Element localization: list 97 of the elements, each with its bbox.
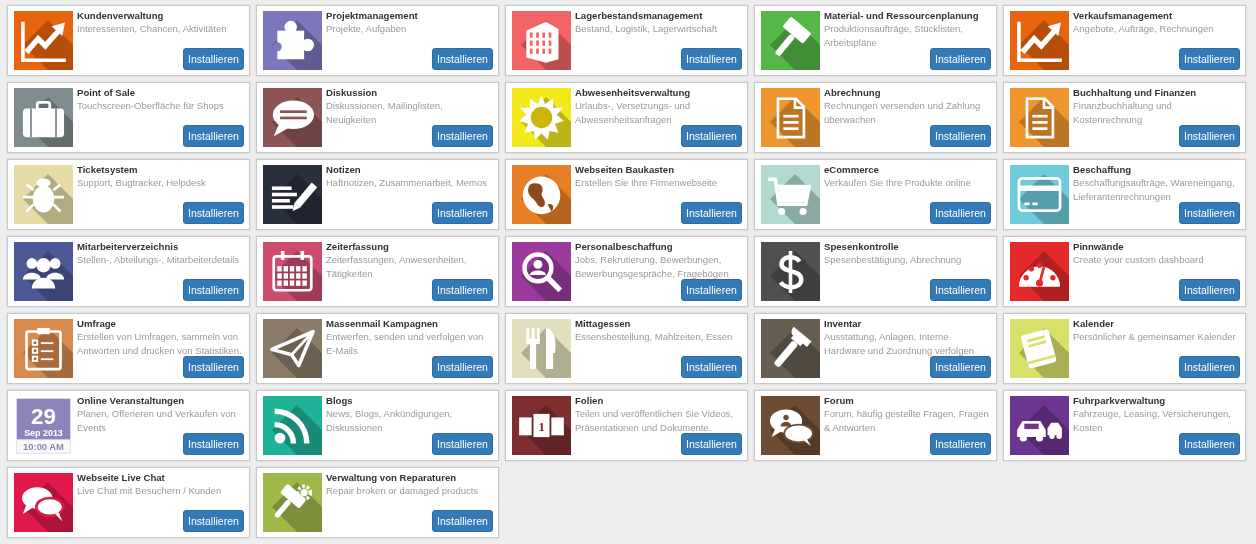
install-button[interactable]: Installieren xyxy=(681,279,742,301)
app-description: Diskussionen, Mailinglisten, Neuigkeiten xyxy=(326,99,444,126)
app-description: Live Chat mit Besuchern / Kunden xyxy=(77,484,223,498)
app-description: Entwerfen, senden und verfolgen von E-Mails xyxy=(326,330,485,357)
install-button[interactable]: Installieren xyxy=(681,433,742,455)
app-title: Folien xyxy=(575,394,605,407)
app-description: Support, Bugtracker, Helpdesk xyxy=(77,176,207,190)
app-title: Abrechnung xyxy=(824,86,882,99)
app-description: Persönlicher & gemeinsamer Kalender xyxy=(1073,330,1237,344)
app-description: Zeiterfassungen, Anwesenheiten, Tätigkeiten xyxy=(326,253,468,280)
app-description: Jobs, Rekrutierung, Bewerbungen, Bewerbungsgespräche, Fragebögen xyxy=(575,253,730,280)
app-title: Mittagessen xyxy=(575,317,632,330)
install-button[interactable]: Installieren xyxy=(1179,433,1240,455)
app-description: Fahrzeuge, Leasing, Versicherungen, Kosten xyxy=(1073,407,1232,434)
app-title: Pinnwände xyxy=(1073,240,1125,253)
app-description: Projekte, Aufgaben xyxy=(326,22,408,36)
app-description: Forum, häufig gestellte Fragen, Fragen & Antworten xyxy=(824,407,990,434)
app-description: Erstellen von Umfragen, sammeln von Antworten und drucken von Statistiken. xyxy=(77,330,243,357)
install-button[interactable]: Installieren xyxy=(930,202,991,224)
install-button[interactable]: Installieren xyxy=(432,433,493,455)
app-title: Projektmanagement xyxy=(326,9,419,22)
app-description: Erstellen Sie Ihre Firmenwebseite xyxy=(575,176,719,190)
install-button[interactable]: Installieren xyxy=(432,48,493,70)
install-button[interactable]: Installieren xyxy=(432,279,493,301)
install-button[interactable]: Installieren xyxy=(432,125,493,147)
install-button[interactable]: Installieren xyxy=(432,510,493,532)
app-title: eCommerce xyxy=(824,163,880,176)
app-title: Webseiten Baukasten xyxy=(575,163,675,176)
app-title: Diskussion xyxy=(326,86,379,99)
app-title: Buchhaltung und Finanzen xyxy=(1073,86,1198,99)
install-button[interactable]: Installieren xyxy=(681,125,742,147)
app-title: Massenmail Kampagnen xyxy=(326,317,439,330)
install-button[interactable]: Installieren xyxy=(930,433,991,455)
app-title: Lagerbestandsmanagement xyxy=(575,9,704,22)
install-button[interactable]: Installieren xyxy=(1179,125,1240,147)
app-title: Spesenkontrolle xyxy=(824,240,900,253)
install-button[interactable]: Installieren xyxy=(681,202,742,224)
app-description: Rechnungen versenden und Zahlung überwachen xyxy=(824,99,982,126)
install-button[interactable]: Installieren xyxy=(930,279,991,301)
install-button[interactable]: Installieren xyxy=(183,202,244,224)
app-description: Verkaufen Sie Ihre Produkte online xyxy=(824,176,972,190)
app-description: Urlaubs-, Versetzungs- und Abwesenheitsanfragen xyxy=(575,99,692,126)
app-title: Fuhrparkverwaltung xyxy=(1073,394,1167,407)
install-button[interactable]: Installieren xyxy=(183,279,244,301)
app-description: Touchscreen-Oberfläche für Shops xyxy=(77,99,225,113)
install-button[interactable]: Installieren xyxy=(930,125,991,147)
app-title: Personalbeschaffung xyxy=(575,240,674,253)
app-title: Material- und Ressourcenplanung xyxy=(824,9,980,22)
install-button[interactable]: Installieren xyxy=(183,125,244,147)
app-description: Ausstattung, Anlagen, Interne Hardware und Zuordnung verfolgen xyxy=(824,330,975,357)
install-button[interactable]: Installieren xyxy=(681,356,742,378)
app-description: Bestand, Logistik, Lagerwirtschaft xyxy=(575,22,719,36)
app-title: Verwaltung von Reparaturen xyxy=(326,471,458,484)
app-description: Create your custom dashboard xyxy=(1073,253,1205,267)
install-button[interactable]: Installieren xyxy=(1179,279,1240,301)
app-description: Repair broken or damaged products xyxy=(326,484,480,498)
app-description: Angebote, Aufträge, Rechnungen xyxy=(1073,22,1215,36)
app-title: Mitarbeiterverzeichnis xyxy=(77,240,180,253)
app-description: Interessenten, Chancen, Aktivitäten xyxy=(77,22,228,36)
install-button[interactable]: Installieren xyxy=(1179,48,1240,70)
app-description: Essensbestellung, Mahlzeiten, Essen xyxy=(575,330,734,344)
install-button[interactable]: Installieren xyxy=(930,48,991,70)
install-button[interactable]: Installieren xyxy=(681,48,742,70)
app-title: Point of Sale xyxy=(77,86,137,99)
install-button[interactable]: Installieren xyxy=(432,202,493,224)
install-button[interactable]: Installieren xyxy=(183,510,244,532)
app-title: Webseite Live Chat xyxy=(77,471,166,484)
install-button[interactable]: Installieren xyxy=(183,433,244,455)
app-description: News, Blogs, Ankündigungen, Diskussionen xyxy=(326,407,454,434)
app-title: Ticketsystem xyxy=(77,163,139,176)
install-button[interactable]: Installieren xyxy=(1179,202,1240,224)
app-title: Kundenverwaltung xyxy=(77,9,165,22)
podium-icon: 1 xyxy=(512,396,571,455)
app-description: Stellen-, Abteilungs-, Mitarbeiterdetails xyxy=(77,253,241,267)
app-description: Teilen und veröffentlichen Sie Videos, Präsentationen und Dokumente. xyxy=(575,407,735,434)
install-button[interactable]: Installieren xyxy=(183,48,244,70)
app-title: Abwesenheitsverwaltung xyxy=(575,86,692,99)
app-description: Planen, Offerieren und Verkaufen von Events xyxy=(77,407,237,434)
install-button[interactable]: Installieren xyxy=(930,356,991,378)
install-button[interactable]: Installieren xyxy=(432,356,493,378)
app-description: Haftnotizen, Zusammenarbeit, Memos xyxy=(326,176,489,190)
app-title: Blogs xyxy=(326,394,354,407)
app-title: Umfrage xyxy=(77,317,117,330)
app-description: Produktionsaufträge, Stücklisten, Arbeitspläne xyxy=(824,22,964,49)
app-title: Inventar xyxy=(824,317,863,330)
app-title: Online Veranstaltungen xyxy=(77,394,186,407)
app-description: Finanzbuchhaltung und Kostenrechnung xyxy=(1073,99,1173,126)
app-title: Notizen xyxy=(326,163,362,176)
app-title: Forum xyxy=(824,394,855,407)
app-description: Beschaffungsaufträge, Wareneingang, Lieferantenrechnungen xyxy=(1073,176,1236,203)
app-title: Zeiterfassung xyxy=(326,240,390,253)
install-button[interactable]: Installieren xyxy=(183,356,244,378)
app-title: Verkaufsmanagement xyxy=(1073,9,1174,22)
install-button[interactable]: Installieren xyxy=(1179,356,1240,378)
app-title: Kalender xyxy=(1073,317,1116,330)
app-title: Beschaffung xyxy=(1073,163,1133,176)
app-description: Spesenbestätigung, Abrechnung xyxy=(824,253,963,267)
